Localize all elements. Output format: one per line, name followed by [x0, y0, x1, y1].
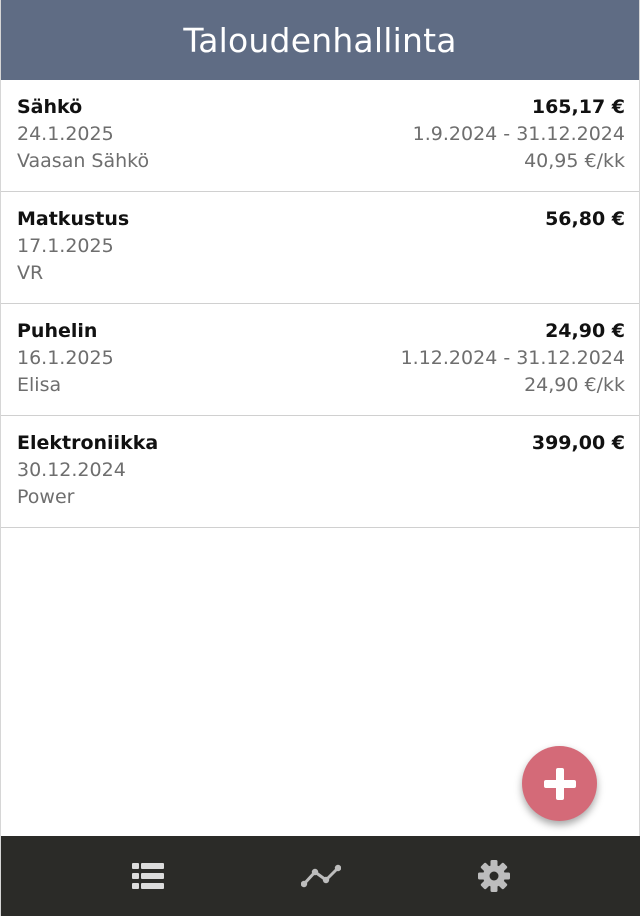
expense-date: 30.12.2024: [17, 459, 126, 481]
bottom-nav: [1, 836, 640, 916]
expense-right: 24,90 € 1.12.2024 - 31.12.2024 24,90 €/k…: [401, 318, 625, 415]
nav-settings-button[interactable]: [464, 846, 524, 906]
expense-monthly: 24,90 €/kk: [524, 374, 625, 396]
expense-date: 17.1.2025: [17, 235, 114, 257]
expense-period: 1.12.2024 - 31.12.2024: [400, 347, 625, 369]
expense-period: 1.9.2024 - 31.12.2024: [412, 123, 625, 145]
list-icon: [131, 863, 164, 889]
expense-monthly: 40,95 €/kk: [524, 150, 625, 172]
expense-right: 165,17 € 1.9.2024 - 31.12.2024 40,95 €/k…: [413, 94, 625, 191]
expense-amount: 56,80 €: [545, 208, 625, 230]
expense-item[interactable]: Elektroniikka 30.12.2024 Power 399,00 €: [1, 416, 639, 528]
expense-vendor: Power: [17, 486, 75, 508]
expense-right: 399,00 €: [532, 430, 625, 527]
expense-item[interactable]: Puhelin 16.1.2025 Elisa 24,90 € 1.12.202…: [1, 304, 639, 416]
expense-left: Elektroniikka 30.12.2024 Power: [17, 430, 158, 527]
nav-list-button[interactable]: [118, 846, 178, 906]
expense-amount: 165,17 €: [531, 96, 625, 118]
expense-item[interactable]: Sähkö 24.1.2025 Vaasan Sähkö 165,17 € 1.…: [1, 80, 639, 192]
expense-category: Puhelin: [17, 320, 98, 342]
expense-category: Sähkö: [17, 96, 83, 118]
expense-right: 56,80 €: [545, 206, 625, 303]
expense-vendor: VR: [17, 262, 44, 284]
expense-amount: 399,00 €: [531, 432, 625, 454]
add-expense-button[interactable]: [522, 746, 597, 821]
expense-date: 24.1.2025: [17, 123, 114, 145]
expense-left: Matkustus 17.1.2025 VR: [17, 206, 129, 303]
expense-date: 16.1.2025: [17, 347, 114, 369]
expense-amount: 24,90 €: [545, 320, 625, 342]
nav-stats-button[interactable]: [291, 846, 351, 906]
app-root: Taloudenhallinta Sähkö 24.1.2025 Vaasan …: [0, 0, 640, 916]
expense-vendor: Vaasan Sähkö: [17, 150, 150, 172]
plus-icon: [543, 767, 576, 800]
app-header: Taloudenhallinta: [1, 0, 639, 80]
expense-list: Sähkö 24.1.2025 Vaasan Sähkö 165,17 € 1.…: [1, 80, 639, 528]
expense-item[interactable]: Matkustus 17.1.2025 VR 56,80 €: [1, 192, 639, 304]
expense-category: Matkustus: [17, 208, 130, 230]
expense-left: Puhelin 16.1.2025 Elisa: [17, 318, 114, 415]
expense-category: Elektroniikka: [17, 432, 159, 454]
gear-icon: [478, 860, 511, 892]
expense-vendor: Elisa: [17, 374, 62, 396]
page-title: Taloudenhallinta: [183, 20, 457, 60]
expense-left: Sähkö 24.1.2025 Vaasan Sähkö: [17, 94, 149, 191]
chart-line-icon: [300, 864, 341, 888]
